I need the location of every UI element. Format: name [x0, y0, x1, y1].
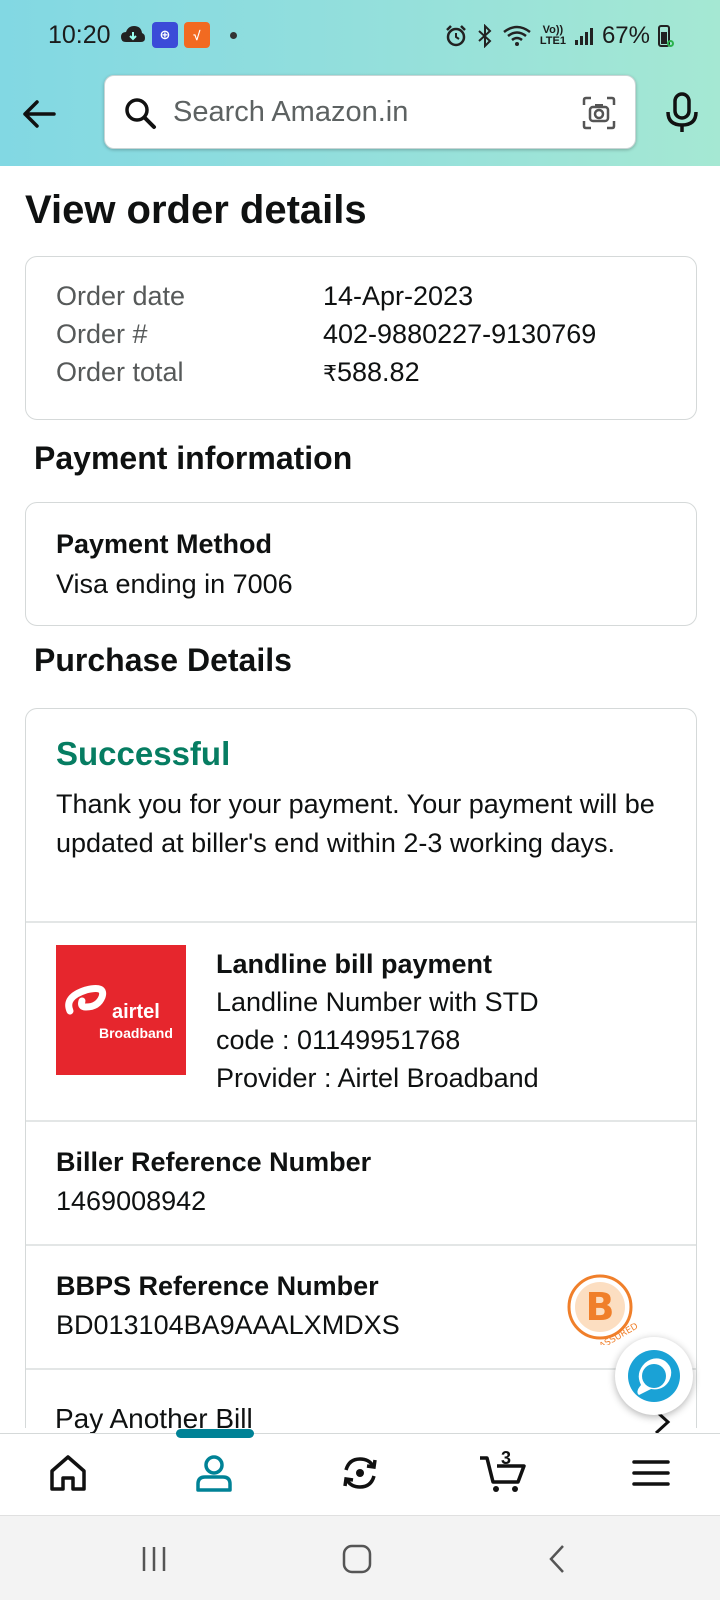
app-header: 10:20 ⊕ √ Vo)) LTE1 67% Search Amazon.in [0, 0, 720, 166]
alexa-icon [628, 1350, 680, 1402]
bill-detail-line: Landline Number with STD [216, 987, 539, 1017]
purchase-section-title: Purchase Details [34, 642, 292, 678]
home-icon[interactable] [47, 1452, 89, 1494]
divider [26, 1120, 696, 1122]
search-input[interactable] [173, 88, 553, 136]
biller-reference-label: Biller Reference Number [56, 1147, 372, 1177]
order-date-value: 14-Apr-2023 [323, 281, 474, 311]
lte-indicator: Vo)) LTE1 [540, 25, 566, 47]
order-total-label: Order total [56, 357, 184, 387]
recent-apps-icon[interactable] [139, 1544, 169, 1574]
signal-icon [574, 28, 593, 45]
microphone-icon[interactable] [664, 92, 700, 134]
page-title: View order details [25, 188, 367, 232]
airtel-logo-sub: Broadband [99, 1025, 173, 1041]
alexa-button[interactable] [615, 1337, 693, 1415]
lte-bottom-label: LTE1 [539, 35, 566, 47]
system-navigation-bar [0, 1515, 720, 1600]
cart-count-badge: 3 [501, 1448, 512, 1468]
more-notifications-dot [230, 31, 237, 39]
menu-hamburger-icon[interactable] [630, 1452, 672, 1494]
status-system-icons: Vo)) LTE1 67% [444, 22, 670, 50]
profile-icon[interactable] [193, 1452, 235, 1494]
bluetooth-icon [478, 24, 492, 48]
payment-status: Successful [56, 735, 231, 772]
divider [26, 1368, 696, 1370]
home-button-icon[interactable] [341, 1543, 373, 1575]
payment-card: Payment Method Visa ending in 7006 [25, 502, 697, 626]
payment-section-title: Payment information [34, 440, 353, 476]
payment-method-label: Payment Method [56, 529, 273, 559]
order-total-value: ₹588.82 [323, 357, 420, 388]
order-number-value: 402-9880227-9130769 [323, 319, 597, 349]
bharat-billpay-assured-badge: B ASSURED [567, 1274, 638, 1345]
cloud-icon [121, 26, 145, 42]
bill-provider-line: Provider : Airtel Broadband [216, 1063, 539, 1093]
assured-letter: B [586, 1285, 615, 1329]
airtel-broadband-logo: airtel Broadband [56, 945, 186, 1075]
search-bar[interactable] [104, 75, 636, 149]
currency-symbol: ₹ [323, 361, 337, 386]
bill-detail-line: code : 01149951768 [216, 1025, 461, 1055]
divider [26, 1244, 696, 1246]
alarm-icon [445, 25, 466, 47]
privacy-indicator-dot [667, 40, 674, 47]
payment-status-message: Thank you for your payment. Your payment… [56, 789, 655, 858]
returns-refresh-icon[interactable] [339, 1452, 381, 1494]
status-bar: 10:20 ⊕ √ Vo)) LTE1 67% [0, 0, 720, 70]
back-arrow-icon[interactable] [22, 97, 56, 131]
battery-percent: 67% [601, 22, 650, 49]
status-time: 10:20 [48, 21, 111, 49]
status-notification-icons: ⊕ √ [120, 22, 237, 48]
vi-notification-icon: √ [184, 22, 210, 48]
order-total-amount: 588.82 [337, 357, 420, 387]
wifi-icon [503, 25, 531, 46]
order-date-label: Order date [56, 281, 186, 311]
bill-type-title: Landline bill payment [216, 949, 493, 979]
divider [26, 921, 696, 923]
active-tab-indicator [176, 1429, 254, 1438]
app-notification-icon: ⊕ [152, 22, 178, 48]
search-icon [125, 98, 156, 129]
bbps-reference-label: BBPS Reference Number [56, 1271, 379, 1301]
order-number-label: Order # [56, 319, 148, 349]
biller-reference-value: 1469008942 [56, 1186, 207, 1216]
airtel-logo-name: airtel [112, 1001, 160, 1023]
system-back-icon[interactable] [545, 1543, 569, 1575]
bbps-reference-value: BD013104BA9AAALXMDXS [56, 1310, 400, 1340]
order-summary-card: Order date 14-Apr-2023 Order # 402-98802… [25, 256, 697, 420]
payment-method-value: Visa ending in 7006 [56, 569, 293, 599]
camera-scan-icon[interactable] [581, 95, 617, 131]
